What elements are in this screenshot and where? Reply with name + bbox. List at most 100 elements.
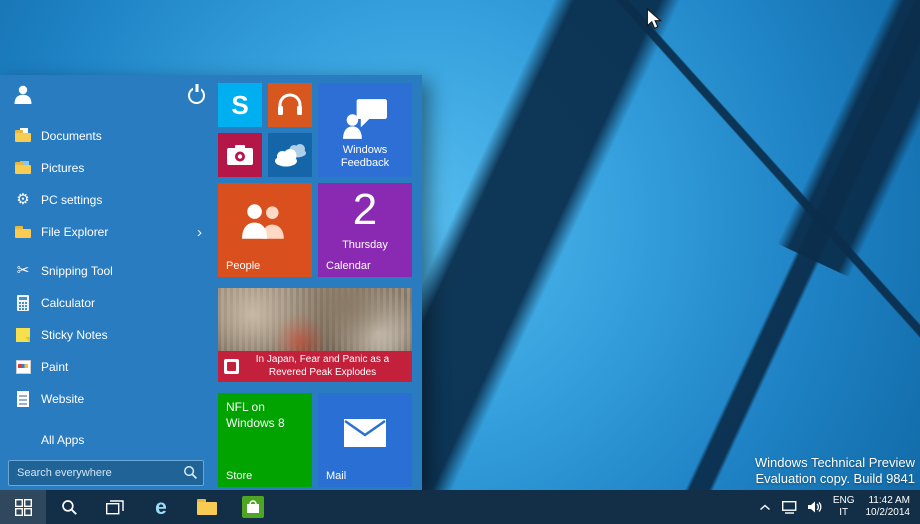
tile-windows-feedback[interactable]: Windows Feedback <box>318 83 412 177</box>
menu-item-label: Website <box>41 392 84 406</box>
clock-date: 10/2/2014 <box>866 507 911 519</box>
task-view-button[interactable] <box>92 490 138 524</box>
menu-item-calculator[interactable]: Calculator <box>0 287 212 319</box>
search-box <box>8 460 204 486</box>
network-tray-button[interactable] <box>782 501 797 514</box>
tile-label: Store <box>226 470 252 482</box>
menu-item-label: Pictures <box>41 161 84 175</box>
tile-store[interactable]: NFL on Windows 8 Store <box>218 393 312 487</box>
start-nav-group-apps: ✂ Snipping Tool Calculator Sticky Notes … <box>0 255 212 415</box>
headphones-icon <box>268 93 312 116</box>
menu-item-pc-settings[interactable]: ⚙ PC settings <box>0 184 212 216</box>
tile-people[interactable]: People <box>218 183 312 277</box>
search-icon <box>183 465 198 480</box>
store-live-tile-text: NFL on Windows 8 <box>226 400 302 431</box>
tray-expand-button[interactable] <box>759 504 771 511</box>
desktop: Windows Technical Preview Evaluation cop… <box>0 0 920 524</box>
menu-item-label: Calculator <box>41 296 95 310</box>
menu-item-label: Paint <box>41 360 68 374</box>
tile-label: Calendar <box>326 260 371 272</box>
menu-item-sticky-notes[interactable]: Sticky Notes <box>0 319 212 351</box>
language-code: ENG <box>833 495 855 507</box>
speaker-icon <box>808 501 822 513</box>
watermark-line1: Windows Technical Preview <box>755 455 915 470</box>
power-button[interactable] <box>188 87 205 104</box>
clock-time: 11:42 AM <box>866 495 911 507</box>
menu-item-snipping-tool[interactable]: ✂ Snipping Tool <box>0 255 212 287</box>
menu-item-website[interactable]: Website <box>0 383 212 415</box>
mouse-cursor <box>646 8 662 35</box>
network-icon <box>782 501 797 514</box>
start-nav-group-top: Documents Pictures ⚙ PC settings File Ex… <box>0 120 212 248</box>
language-region: IT <box>833 507 855 519</box>
taskbar: e <box>0 490 920 524</box>
taskbar-search-button[interactable] <box>46 490 92 524</box>
internet-explorer-button[interactable]: e <box>138 490 184 524</box>
tile-camera[interactable] <box>218 133 262 177</box>
start-menu-left-pane: Documents Pictures ⚙ PC settings File Ex… <box>0 75 212 490</box>
menu-item-label: PC settings <box>41 193 102 207</box>
wallpaper-beam <box>777 0 920 277</box>
file-explorer-button[interactable] <box>184 490 230 524</box>
news-headline-band: In Japan, Fear and Panic as a Revered Pe… <box>218 351 412 382</box>
internet-explorer-icon: e <box>155 497 167 518</box>
sticky-note-icon <box>14 326 32 344</box>
tile-music[interactable] <box>268 83 312 127</box>
tile-calendar[interactable]: 2 Thursday Calendar <box>318 183 412 277</box>
menu-item-documents[interactable]: Documents <box>0 120 212 152</box>
menu-item-pictures[interactable]: Pictures <box>0 152 212 184</box>
tile-label: Mail <box>326 470 346 482</box>
all-apps-label: All Apps <box>41 433 84 447</box>
volume-tray-button[interactable] <box>808 501 822 513</box>
menu-item-label: Sticky Notes <box>41 328 108 342</box>
chevron-right-icon: › <box>197 225 202 240</box>
search-icon <box>61 499 78 516</box>
camera-icon <box>218 145 262 165</box>
evaluation-watermark: Windows Technical Preview Evaluation cop… <box>755 455 915 486</box>
settings-gear-icon: ⚙ <box>14 191 32 209</box>
windows-logo-icon <box>15 499 32 516</box>
tile-grid: S <box>218 83 414 487</box>
start-menu-header <box>0 84 212 112</box>
mail-envelope-icon <box>318 419 412 447</box>
clock[interactable]: 11:42 AM 10/2/2014 <box>866 495 911 519</box>
menu-item-file-explorer[interactable]: File Explorer › <box>0 216 212 248</box>
task-view-icon <box>106 500 124 515</box>
calculator-icon <box>14 294 32 312</box>
menu-item-label: Documents <box>41 129 102 143</box>
calendar-weekday: Thursday <box>318 239 412 251</box>
feedback-person-bubble-icon <box>318 99 412 139</box>
tile-label: People <box>226 260 260 272</box>
calendar-day-number: 2 <box>318 185 412 235</box>
user-avatar-icon[interactable] <box>13 84 33 109</box>
menu-item-label: File Explorer <box>41 225 108 239</box>
menu-item-paint[interactable]: Paint <box>0 351 212 383</box>
scissors-icon: ✂ <box>14 262 32 280</box>
tile-skype[interactable]: S <box>218 83 262 127</box>
language-indicator[interactable]: ENG IT <box>833 495 855 519</box>
start-button[interactable] <box>0 490 46 524</box>
start-menu: Documents Pictures ⚙ PC settings File Ex… <box>0 75 422 490</box>
tile-mail[interactable]: Mail <box>318 393 412 487</box>
menu-item-all-apps[interactable]: All Apps <box>0 425 212 455</box>
tile-label: Windows Feedback <box>322 144 408 170</box>
store-button[interactable] <box>230 490 276 524</box>
documents-folder-icon <box>14 127 32 145</box>
news-app-icon <box>224 359 239 374</box>
skype-logo: S <box>218 83 262 127</box>
store-bag-icon <box>242 496 264 518</box>
folder-icon <box>197 499 217 515</box>
search-input[interactable] <box>9 461 203 485</box>
news-headline: In Japan, Fear and Panic as a Revered Pe… <box>239 354 406 379</box>
tile-onedrive[interactable] <box>268 133 312 177</box>
pictures-folder-icon <box>14 159 32 177</box>
onedrive-clouds-icon <box>268 143 312 167</box>
watermark-line2: Evaluation copy. Build 9841 <box>755 471 915 486</box>
file-explorer-folder-icon <box>14 223 32 241</box>
chevron-up-icon <box>759 504 771 511</box>
tile-news[interactable]: In Japan, Fear and Panic as a Revered Pe… <box>218 288 412 382</box>
power-icon <box>188 87 205 104</box>
webpage-icon <box>14 390 32 408</box>
menu-item-label: Snipping Tool <box>41 264 113 278</box>
system-tray: ENG IT 11:42 AM 10/2/2014 <box>759 490 920 524</box>
